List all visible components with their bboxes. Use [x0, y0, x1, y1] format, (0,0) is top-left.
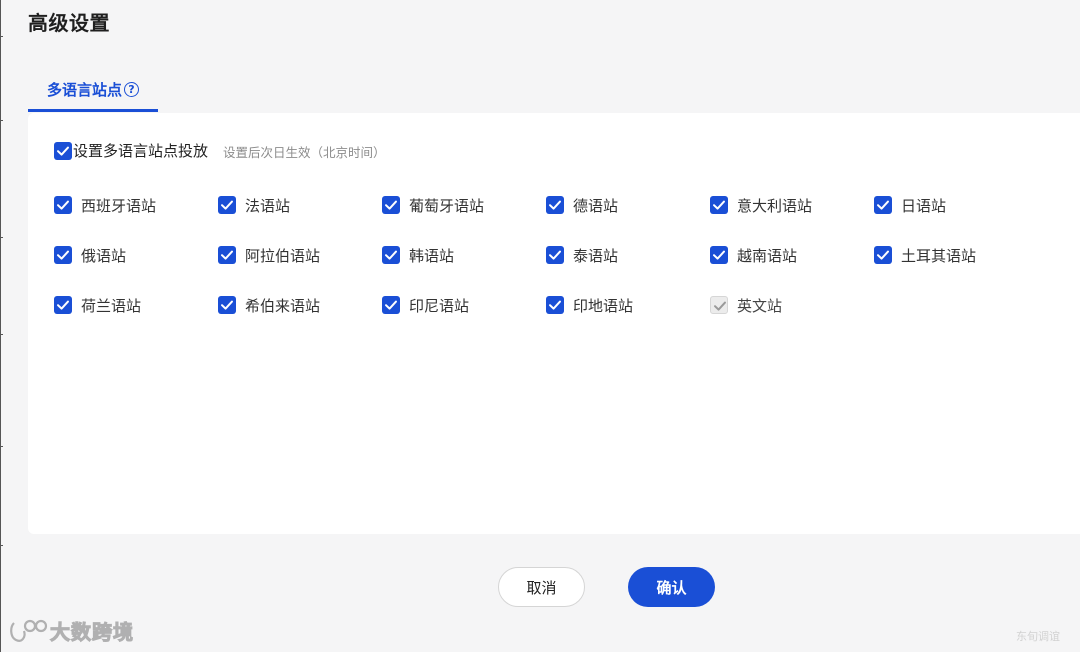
checkmark-icon [877, 250, 889, 260]
site-label[interactable]: 阿拉伯语站 [245, 245, 320, 266]
checkmark-icon [877, 200, 889, 210]
site-checkbox[interactable] [710, 246, 728, 264]
checkmark-icon [57, 200, 69, 210]
site-checkbox[interactable] [218, 196, 236, 214]
master-checkbox[interactable] [54, 142, 72, 160]
site-checkbox[interactable] [382, 296, 400, 314]
site-checkbox [710, 296, 728, 314]
site-checkbox[interactable] [382, 246, 400, 264]
checkmark-icon [549, 200, 561, 210]
master-option-label[interactable]: 设置多语言站点投放 [73, 140, 208, 161]
edge-tick [0, 446, 3, 447]
site-checkbox[interactable] [218, 246, 236, 264]
edge-tick [0, 36, 3, 37]
checkmark-icon [57, 300, 69, 310]
site-checkbox[interactable] [546, 196, 564, 214]
watermark-logo-icon [10, 619, 48, 642]
edge-tick [0, 545, 3, 546]
checkmark-icon [713, 250, 725, 260]
site-checkbox[interactable] [54, 246, 72, 264]
site-label[interactable]: 日语站 [901, 195, 946, 216]
site-label[interactable]: 西班牙语站 [81, 195, 156, 216]
effective-time-hint: 设置后次日生效（北京时间） [223, 145, 386, 160]
site-checkbox[interactable] [546, 246, 564, 264]
site-label[interactable]: 土耳其语站 [901, 245, 976, 266]
checkmark-icon [385, 250, 397, 260]
site-label[interactable]: 意大利语站 [737, 195, 812, 216]
site-label[interactable]: 希伯来语站 [245, 295, 320, 316]
confirm-button[interactable]: 确认 [628, 567, 715, 607]
site-checkbox[interactable] [218, 296, 236, 314]
tab-multilingual-sites[interactable]: 多语言站点 ? [28, 70, 158, 112]
site-checkbox[interactable] [874, 196, 892, 214]
dialog-title: 高级设置 [28, 11, 110, 35]
site-checkbox[interactable] [54, 296, 72, 314]
checkmark-icon [57, 250, 69, 260]
checkmark-icon [385, 200, 397, 210]
site-label[interactable]: 俄语站 [81, 245, 126, 266]
settings-panel [28, 113, 1080, 534]
checkmark-icon [221, 200, 233, 210]
edge-tick [0, 120, 3, 121]
site-checkbox[interactable] [546, 296, 564, 314]
checkmark-icon [714, 301, 726, 311]
site-checkbox[interactable] [54, 196, 72, 214]
site-checkbox[interactable] [874, 246, 892, 264]
tab-label: 多语言站点 [46, 81, 122, 99]
edge-tick [0, 237, 3, 238]
site-label[interactable]: 泰语站 [573, 245, 618, 266]
site-label[interactable]: 印地语站 [573, 295, 633, 316]
site-checkbox[interactable] [710, 196, 728, 214]
watermark-text: 大数跨境 [50, 620, 134, 645]
watermark: 大数跨境 [8, 616, 134, 645]
site-label: 英文站 [737, 297, 783, 315]
site-label[interactable]: 韩语站 [409, 245, 454, 266]
checkmark-icon [57, 146, 69, 156]
checkmark-icon [221, 250, 233, 260]
site-checkbox[interactable] [382, 196, 400, 214]
question-circle-icon[interactable]: ? [124, 82, 139, 97]
corner-watermark: 东旬调谊 [1016, 630, 1060, 643]
checkmark-icon [385, 300, 397, 310]
site-label[interactable]: 荷兰语站 [81, 295, 141, 316]
edge-tick [0, 334, 3, 335]
checkmark-icon [221, 300, 233, 310]
site-label[interactable]: 法语站 [245, 195, 290, 216]
site-label[interactable]: 印尼语站 [409, 295, 469, 316]
cancel-button[interactable]: 取消 [498, 567, 585, 607]
checkmark-icon [713, 200, 725, 210]
site-label[interactable]: 越南语站 [737, 245, 797, 266]
checkmark-icon [549, 250, 561, 260]
window-left-edge [0, 0, 1, 652]
checkmark-icon [549, 300, 561, 310]
site-label[interactable]: 葡萄牙语站 [409, 195, 484, 216]
site-label[interactable]: 德语站 [573, 195, 618, 216]
